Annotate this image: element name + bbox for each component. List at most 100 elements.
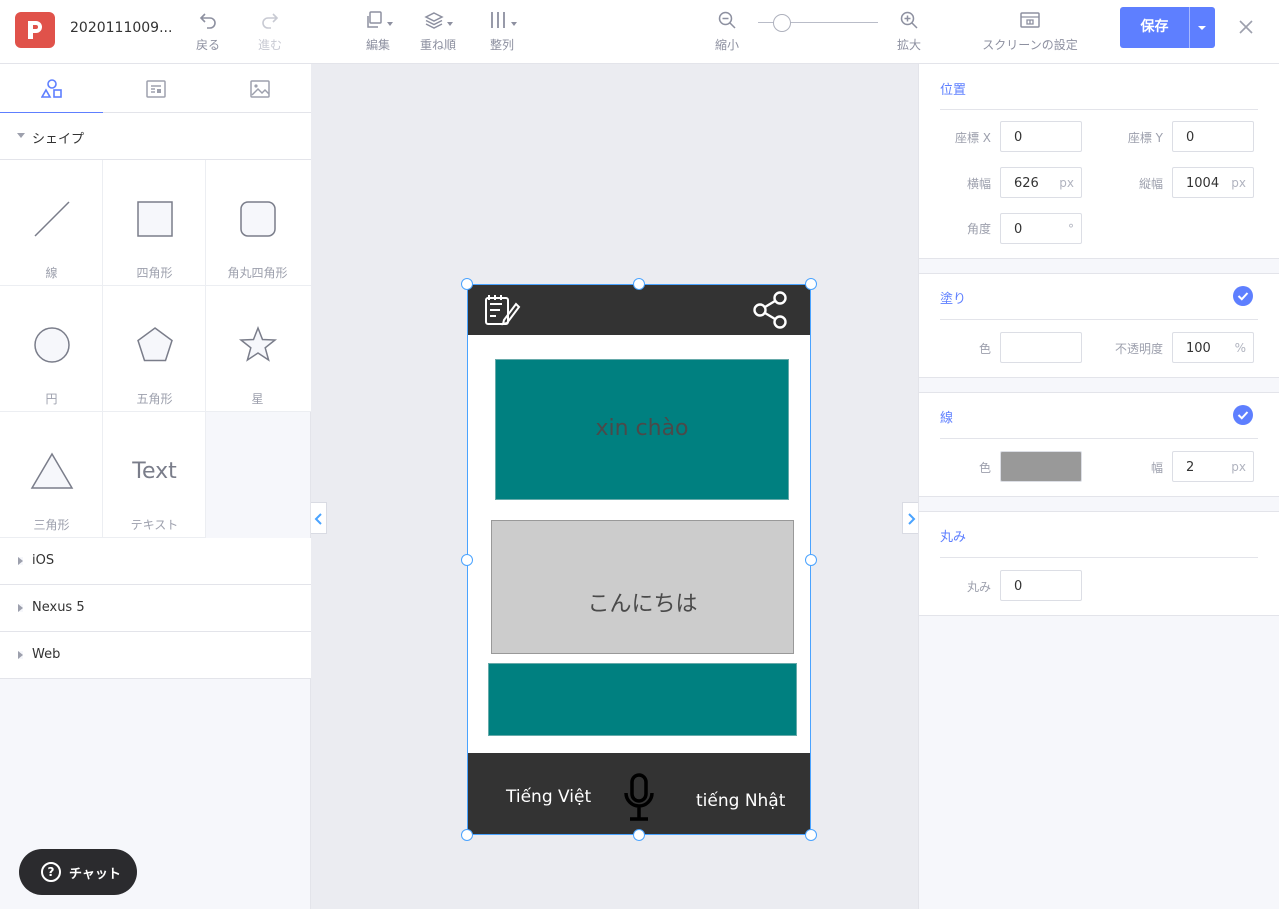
edit-menu-button[interactable]: 編集: [356, 8, 400, 56]
y-input[interactable]: 0: [1172, 121, 1254, 152]
stroke-color-swatch[interactable]: [1000, 451, 1082, 482]
phone-header: [468, 285, 810, 335]
checkmark-icon: [1237, 292, 1249, 301]
share-icon[interactable]: [751, 290, 791, 330]
collapse-right-panel-button[interactable]: [902, 502, 918, 534]
web-section-header[interactable]: Web: [0, 632, 311, 679]
resize-handle-left[interactable]: [461, 554, 473, 566]
zoom-in-icon: [900, 11, 918, 29]
shape-text[interactable]: Text テキスト: [103, 412, 206, 538]
zoom-out-icon: [718, 11, 736, 29]
tab-shapes[interactable]: [0, 64, 103, 114]
shape-label: 四角形: [136, 266, 173, 280]
x-input[interactable]: 0: [1000, 121, 1082, 152]
document-title[interactable]: 2020111009...: [70, 20, 172, 36]
triangle-shape-icon: [30, 452, 73, 489]
radius-section-title: 丸み: [940, 530, 967, 545]
phone-screen-mockup[interactable]: xin chào こんにちは Tiếng Việt tiếng Nhật: [467, 284, 811, 835]
radius-section: 丸み 丸み 0: [919, 511, 1279, 616]
y-label: 座標 Y: [1127, 131, 1163, 145]
collapse-left-panel-button[interactable]: [311, 502, 327, 534]
shape-rectangle[interactable]: 四角形: [103, 160, 206, 286]
redo-button[interactable]: 進む: [252, 8, 288, 56]
shape-triangle[interactable]: 三角形: [0, 412, 103, 538]
resize-handle-top-right[interactable]: [805, 278, 817, 290]
vietnamese-text-box[interactable]: xin chào: [495, 359, 789, 500]
height-label: 縦幅: [1138, 177, 1163, 191]
resize-handle-right[interactable]: [805, 554, 817, 566]
chat-button[interactable]: ? チャット: [19, 849, 137, 895]
resize-handle-top-left[interactable]: [461, 278, 473, 290]
section-title: Web: [32, 647, 61, 662]
chevron-down-icon: [510, 22, 517, 26]
vietnamese-greeting-text: xin chào: [595, 416, 689, 441]
text-shape-icon: Text: [132, 458, 177, 484]
radius-input[interactable]: 0: [1000, 570, 1082, 601]
radius-label: 丸み: [966, 580, 991, 594]
resize-handle-bottom-right[interactable]: [805, 829, 817, 841]
tab-components[interactable]: [104, 64, 207, 113]
teal-bottom-box[interactable]: [488, 663, 797, 736]
circle-shape-icon: [33, 327, 70, 363]
opacity-label: 不透明度: [1114, 342, 1163, 356]
rectangle-shape-icon: [136, 201, 173, 237]
shape-rounded-rectangle[interactable]: 角丸四角形: [206, 160, 311, 286]
left-panel-tabs: [0, 64, 311, 114]
ios-section-header[interactable]: iOS: [0, 538, 311, 585]
resize-handle-bottom[interactable]: [633, 829, 645, 841]
source-language-button[interactable]: Tiếng Việt: [506, 787, 591, 807]
align-menu-button[interactable]: 整列: [480, 8, 524, 56]
zoom-slider-handle[interactable]: [773, 14, 791, 32]
help-icon: ?: [41, 862, 61, 882]
shape-star[interactable]: 星: [206, 286, 311, 412]
shape-label: 星: [251, 392, 264, 406]
undo-button[interactable]: 戻る: [190, 8, 226, 56]
component-icon: [145, 79, 166, 98]
section-title: Nexus 5: [32, 600, 85, 615]
zoom-in-button[interactable]: 拡大: [894, 8, 924, 56]
image-icon: [249, 79, 270, 98]
shape-circle[interactable]: 円: [0, 286, 103, 412]
japanese-text-box[interactable]: こんにちは: [491, 520, 794, 654]
width-label: 横幅: [966, 177, 991, 191]
chevron-right-icon: [18, 604, 23, 612]
star-shape-icon: [238, 325, 277, 362]
undo-label: 戻る: [195, 38, 220, 52]
fill-color-label: 色: [978, 342, 991, 356]
shape-label: 線: [45, 266, 58, 280]
shapes-section-header[interactable]: シェイプ: [0, 113, 311, 160]
stroke-width-input[interactable]: 2 px: [1172, 451, 1254, 482]
screen-settings-button[interactable]: スクリーンの設定: [978, 8, 1082, 56]
properties-panel: 位置 座標 X 0 座標 Y 0 横幅 626 px 縦幅 1004 px 角度 0…: [918, 63, 1279, 909]
divider: [940, 557, 1258, 558]
fill-enabled-checkbox[interactable]: [1233, 286, 1253, 306]
chat-label: チャット: [69, 867, 121, 882]
notes-edit-icon[interactable]: [484, 294, 522, 328]
shape-line[interactable]: 線: [0, 160, 103, 286]
shapes-section-title: シェイプ: [32, 132, 85, 147]
undo-icon: [199, 13, 216, 29]
close-button[interactable]: [1236, 17, 1256, 37]
tab-images[interactable]: [208, 64, 311, 113]
width-input[interactable]: 626 px: [1000, 167, 1082, 198]
opacity-input[interactable]: 100%: [1172, 332, 1254, 363]
divider: [940, 319, 1258, 320]
shape-pentagon[interactable]: 五角形: [103, 286, 206, 412]
align-label: 整列: [489, 38, 514, 52]
resize-handle-top[interactable]: [633, 278, 645, 290]
nexus-section-header[interactable]: Nexus 5: [0, 585, 311, 632]
close-icon: [1239, 20, 1253, 34]
fill-color-swatch[interactable]: [1000, 332, 1082, 363]
save-options-dropdown[interactable]: [1190, 7, 1215, 48]
microphone-icon[interactable]: [622, 773, 656, 823]
save-button[interactable]: 保存: [1120, 7, 1189, 48]
height-input[interactable]: 1004 px: [1172, 167, 1254, 198]
target-language-button[interactable]: tiếng Nhật: [696, 791, 785, 811]
app-logo[interactable]: [15, 12, 55, 48]
fill-section-title: 塗り: [940, 292, 967, 307]
stroke-enabled-checkbox[interactable]: [1233, 405, 1253, 425]
angle-input[interactable]: 0 °: [1000, 213, 1082, 244]
resize-handle-bottom-left[interactable]: [461, 829, 473, 841]
order-menu-button[interactable]: 重ね順: [414, 8, 462, 56]
zoom-out-button[interactable]: 縮小: [712, 8, 742, 56]
